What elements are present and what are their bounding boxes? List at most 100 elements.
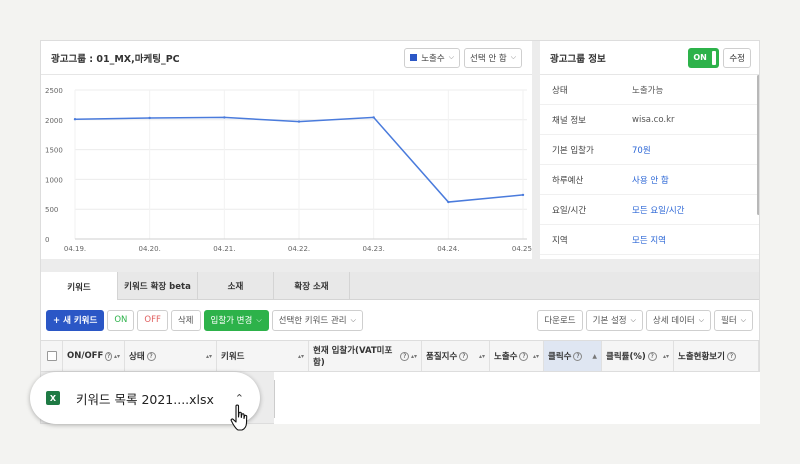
info-row: 요일/시간 모든 요일/시간 (540, 195, 759, 225)
detail-data-dropdown[interactable]: 상세 데이터 ⌵ (645, 309, 712, 331)
tab-creative[interactable]: 소재 (198, 272, 274, 300)
info-row-value[interactable]: 사용 안 함 (632, 174, 669, 186)
column-header[interactable]: 키워드 ▴▾ (217, 341, 309, 371)
select-all-cell (41, 341, 63, 371)
info-rows: 상태 노출가능채널 정보 wisa.co.kr 기본 입찰가 70원하루예산 사용 안 함… (540, 75, 759, 255)
data-point (73, 118, 77, 121)
info-row-key: 하루예산 (552, 175, 584, 186)
basic-settings-dropdown[interactable]: 기본 설정 ⌵ (585, 309, 643, 331)
chevron-down-icon: ⌵ (630, 315, 636, 324)
sort-icon[interactable]: ▴▾ (206, 353, 212, 360)
x-tick-label: 04.19. (64, 245, 86, 253)
x-tick-label: 04.20. (139, 245, 161, 253)
sort-icon[interactable]: ▲ (592, 353, 597, 360)
on-off-toggle[interactable]: ON (688, 47, 720, 68)
chart-header: 광고그룹 : 01_MX,마케팅_PC 노출수 ⌵ 선택 안 함 ⌵ (41, 41, 532, 75)
help-icon[interactable]: ? (400, 351, 409, 361)
y-tick-label: 0 (45, 236, 49, 244)
tab-keyword-expansion[interactable]: 키워드 확장 beta (118, 272, 198, 300)
chart-panel: 광고그룹 : 01_MX,마케팅_PC 노출수 ⌵ 선택 안 함 ⌵ 0 500 1… (41, 41, 532, 259)
info-row-key: 채널 정보 (552, 115, 586, 126)
sort-icon[interactable]: ▴▾ (479, 353, 485, 360)
shelf-divider (274, 380, 275, 418)
chevron-down-icon: ⌵ (256, 315, 262, 324)
info-row: 상태 노출가능 (540, 75, 759, 105)
info-row-key: 상태 (552, 85, 568, 96)
tab-keyword[interactable]: 키워드 (41, 272, 118, 301)
toggle-label: ON (693, 53, 707, 62)
keyword-toolbar: + 새 키워드 ON OFF 삭제 입찰가 변경 ⌵ 선택한 키워드 관리 ⌵ … (41, 300, 759, 340)
column-header-label: 현재 입찰가(VAT미포함) (313, 346, 393, 368)
sort-icon[interactable]: ▴▾ (298, 353, 304, 360)
help-icon[interactable]: ? (105, 351, 112, 361)
column-header[interactable]: 현재 입찰가(VAT미포함)? ▴▾ (309, 341, 422, 371)
help-icon[interactable]: ? (459, 351, 469, 361)
on-button[interactable]: ON (107, 309, 135, 331)
data-point (297, 120, 301, 123)
download-button[interactable]: 다운로드 (537, 309, 583, 331)
x-tick-label: 04.22. (288, 245, 310, 253)
help-icon[interactable]: ? (647, 351, 657, 361)
y-tick-label: 1000 (45, 176, 63, 184)
edit-button[interactable]: 수정 (723, 47, 751, 68)
data-point (372, 116, 375, 119)
sort-icon[interactable]: ▴▾ (663, 353, 669, 360)
column-header[interactable]: 클릭수? ▲ (544, 341, 602, 371)
sort-icon[interactable]: ▴▾ (533, 353, 539, 360)
info-row: 기본 입찰가 70원 (540, 135, 759, 165)
help-icon[interactable]: ? (146, 351, 156, 361)
app-frame: 광고그룹 : 01_MX,마케팅_PC 노출수 ⌵ 선택 안 함 ⌵ 0 500 1… (40, 40, 760, 424)
select-all-checkbox[interactable] (46, 351, 57, 361)
y-tick-label: 2500 (45, 87, 63, 95)
sort-icon[interactable]: ▴▾ (114, 353, 120, 360)
bid-change-button[interactable]: 입찰가 변경 ⌵ (203, 309, 269, 331)
compare-dropdown[interactable]: 선택 안 함 ⌵ (464, 47, 522, 68)
download-item[interactable]: X 키워드 목록 2021....xlsx ⌃ (30, 372, 260, 424)
column-header[interactable]: 품질지수? ▴▾ (422, 341, 490, 371)
filter-dropdown[interactable]: 필터 ⌵ (714, 309, 753, 331)
column-header[interactable]: 노출수? ▴▾ (490, 341, 544, 371)
info-title: 광고그룹 정보 (550, 53, 606, 65)
chevron-up-icon[interactable]: ⌃ (235, 392, 244, 405)
column-header-label: 클릭률(%) (606, 352, 646, 362)
help-icon[interactable]: ? (519, 351, 529, 361)
bid-change-label: 입찰가 변경 (210, 316, 253, 326)
chevron-down-icon: ⌵ (698, 315, 705, 324)
tab-extension-creative[interactable]: 확장 소재 (274, 272, 350, 300)
info-row-value: wisa.co.kr (632, 114, 675, 125)
column-header-label: 상태 (129, 352, 145, 362)
info-row-value[interactable]: 모든 요일/시간 (632, 204, 685, 216)
new-keyword-button[interactable]: + 새 키워드 (46, 309, 105, 331)
column-header[interactable]: 노출현황보기? (674, 341, 759, 371)
chevron-down-icon: ⌵ (510, 53, 516, 61)
column-header-label: ON/OFF (67, 351, 104, 361)
chevron-down-icon: ⌵ (350, 315, 356, 324)
download-shelf (274, 372, 760, 424)
info-row-value: 노출가능 (632, 85, 664, 96)
column-header-label: 클릭수 (548, 352, 572, 362)
info-row-key: 기본 입찰가 (552, 145, 594, 156)
info-row-value[interactable]: 70원 (632, 144, 651, 156)
chevron-down-icon: ⌵ (448, 53, 454, 61)
info-row-value[interactable]: 모든 지역 (632, 234, 666, 246)
chevron-down-icon: ⌵ (740, 315, 746, 324)
column-header-label: 품질지수 (426, 352, 458, 362)
scrollbar[interactable] (757, 75, 759, 215)
column-header-label: 노출현황보기 (678, 352, 725, 362)
manage-selected-button[interactable]: 선택한 키워드 관리 ⌵ (271, 309, 363, 331)
help-icon[interactable]: ? (573, 351, 583, 361)
data-point (521, 193, 525, 197)
manage-selected-label: 선택한 키워드 관리 (278, 316, 347, 326)
excel-file-icon: X (46, 391, 60, 405)
line-chart: 0 500 1000 1500 2000 2500 04.19. 04.20. 04.21. 04… (45, 87, 532, 253)
column-header[interactable]: ON/OFF? ▴▾ (63, 341, 125, 371)
help-icon[interactable]: ? (726, 351, 736, 361)
off-button[interactable]: OFF (137, 309, 168, 331)
column-header[interactable]: 클릭률(%)? ▴▾ (602, 341, 674, 371)
compare-dropdown-label: 선택 안 함 (470, 53, 507, 64)
info-row-key: 요일/시간 (552, 205, 587, 216)
metric-dropdown[interactable]: 노출수 ⌵ (404, 47, 460, 68)
delete-button[interactable]: 삭제 (170, 309, 201, 331)
sort-icon[interactable]: ▴▾ (411, 353, 417, 360)
column-header[interactable]: 상태? ▴▾ (125, 341, 217, 371)
